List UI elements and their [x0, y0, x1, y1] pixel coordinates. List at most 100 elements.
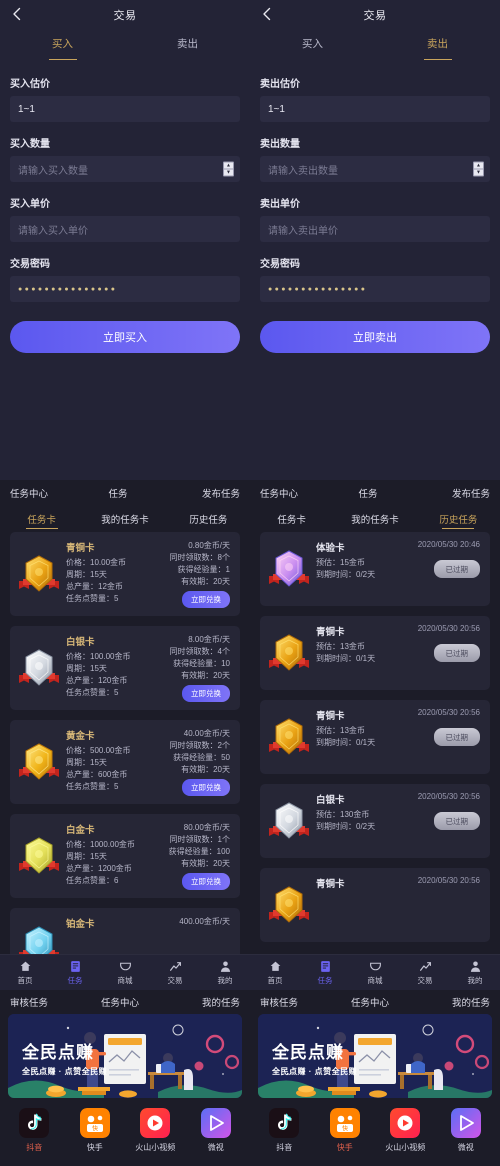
app-tab-火山小视频[interactable]: 火山小视频 — [125, 1108, 186, 1153]
app-tab-快手[interactable]: 快快手 — [315, 1108, 376, 1153]
task-header-link-2[interactable]: 发布任务 — [202, 486, 240, 500]
field-input-value[interactable]: 1~1 — [10, 96, 240, 122]
trade-tab-sell[interactable]: 卖出 — [375, 34, 500, 62]
expired-status-button[interactable]: 已过期 — [433, 728, 480, 746]
trade-submit-button[interactable]: 立即买入 — [10, 321, 240, 353]
expired-status-button[interactable]: 已过期 — [433, 812, 480, 830]
task-header-link-1[interactable]: 任务 — [358, 486, 377, 500]
task-card[interactable]: 青铜卡 价格：10.00金币 周期：15天 总产量：12金币 任务点赞量：5 0.80金币… — [10, 532, 240, 616]
weishi-icon — [450, 1108, 481, 1138]
trade-tab-buy[interactable]: 买入 — [250, 34, 375, 62]
card-title: 黄金卡 — [66, 731, 95, 742]
shop-bag-icon — [369, 960, 382, 973]
app-label: 微视 — [457, 1143, 474, 1152]
nav-item-我的[interactable]: 我的 — [450, 955, 500, 990]
exchange-button[interactable]: 立即兑换 — [182, 873, 230, 890]
nav-item-任务[interactable]: 任务 — [50, 955, 100, 990]
back-icon[interactable] — [260, 7, 274, 21]
bronze-shield-icon — [268, 630, 310, 676]
back-icon[interactable] — [10, 7, 24, 21]
task-tab-2[interactable]: 历史任务 — [167, 506, 250, 532]
task-card[interactable]: 青铜卡 预估：13金币 到期时间：0/1天 2020/05/30 20:56 已过期 — [260, 616, 490, 690]
task-tab-0[interactable]: 任务卡 — [250, 506, 333, 532]
task-card-list[interactable]: 青铜卡 价格：10.00金币 周期：15天 总产量：12金币 任务点赞量：5 0.80金币… — [0, 532, 250, 980]
app-tab-火山小视频[interactable]: 火山小视频 — [375, 1108, 436, 1153]
field-input-number[interactable]: 请输入卖出数量 ▲ ▼ — [260, 156, 490, 182]
task-card[interactable]: 黄金卡 价格：500.00金币 周期：15天 总产量：600金币 任务点赞量：5 40.0… — [10, 720, 240, 804]
task-tab-1[interactable]: 我的任务卡 — [333, 506, 416, 532]
task-header-link-2[interactable]: 发布任务 — [452, 486, 490, 500]
nav-item-首页[interactable]: 首页 — [250, 955, 300, 990]
field-input-value[interactable]: 1~1 — [260, 96, 490, 122]
task-top-header: 任务中心 任务 发布任务 — [250, 480, 500, 506]
task-card[interactable]: 青铜卡 预估：13金币 到期时间：0/1天 2020/05/30 20:56 已过期 — [260, 700, 490, 774]
exchange-button[interactable]: 立即兑换 — [182, 591, 230, 608]
task-top-header: 任务中心 任务 发布任务 — [0, 480, 250, 506]
trade-tab-label: 买入 — [52, 38, 73, 50]
task-card[interactable]: 体验卡 预估：15金币 到期时间：0/2天 2020/05/30 20:46 已过期 — [260, 532, 490, 606]
promo-banner[interactable]: 全民点赚 全民点赚 · 点赞全民赚 — [258, 1014, 492, 1098]
nav-item-商城[interactable]: 商城 — [100, 955, 150, 990]
video-header-link-0[interactable]: 审核任务 — [260, 995, 298, 1009]
silver-shield-icon — [18, 645, 60, 691]
task-header-link-1[interactable]: 任务 — [108, 486, 127, 500]
video-pane-kuaishou: 审核任务 任务中心 我的任务全民点赚 全民点赚 · 点赞全民赚抖音快快手 火山小视频微视 — [250, 990, 500, 1166]
task-card[interactable]: 白金卡 价格：1000.00金币 周期：15天 总产量：1200金币 任务点赞量：6 80… — [10, 814, 240, 898]
home-icon — [269, 960, 282, 973]
task-card[interactable]: 白银卡 预估：130金币 到期时间：0/2天 2020/05/30 20:56 已过期 — [260, 784, 490, 858]
expired-status-button[interactable]: 已过期 — [433, 644, 480, 662]
nav-item-我的[interactable]: 我的 — [200, 955, 250, 990]
task-tab-0[interactable]: 任务卡 — [0, 506, 83, 532]
exchange-button[interactable]: 立即兑换 — [182, 685, 230, 702]
field-input-number[interactable]: 请输入买入数量 ▲ ▼ — [10, 156, 240, 182]
field-input-password[interactable]: ●●●●●●●●●●●●●●● — [10, 276, 240, 302]
trade-submit-button[interactable]: 立即卖出 — [260, 321, 490, 353]
video-header-link-1[interactable]: 任务中心 — [101, 995, 139, 1009]
field-input-text[interactable]: 请输入买入单价 — [10, 216, 240, 242]
video-header-link-2[interactable]: 我的任务 — [202, 995, 240, 1009]
number-stepper[interactable]: ▲ ▼ — [223, 161, 234, 177]
task-tab-1[interactable]: 我的任务卡 — [83, 506, 166, 532]
field-label: 卖出数量 — [260, 139, 300, 150]
app-tab-微视[interactable]: 微视 — [436, 1108, 497, 1153]
field-label: 交易密码 — [10, 259, 50, 270]
promo-banner[interactable]: 全民点赚 全民点赚 · 点赞全民赚 — [8, 1014, 242, 1098]
nav-item-任务[interactable]: 任务 — [300, 955, 350, 990]
stepper-down-icon[interactable]: ▼ — [224, 170, 233, 176]
nav-item-商城[interactable]: 商城 — [350, 955, 400, 990]
field-input-text[interactable]: 请输入卖出单价 — [260, 216, 490, 242]
task-header-link-0[interactable]: 任务中心 — [10, 486, 48, 500]
stepper-up-icon[interactable]: ▲ — [224, 163, 233, 170]
kuaishou-icon: 快 — [79, 1108, 110, 1138]
app-tab-抖音[interactable]: 抖音 — [254, 1108, 315, 1153]
field-group: 买入单价 请输入买入单价 — [0, 195, 250, 242]
trade-tab-sell[interactable]: 卖出 — [125, 34, 250, 62]
bottom-navigation: 首页 任务 商城 交易 我的 — [0, 954, 250, 990]
task-header-link-0[interactable]: 任务中心 — [260, 486, 298, 500]
task-tab-2[interactable]: 历史任务 — [417, 506, 500, 532]
video-header-link-2[interactable]: 我的任务 — [452, 995, 490, 1009]
app-tab-快手[interactable]: 快快手 — [65, 1108, 126, 1153]
exchange-button[interactable]: 立即兑换 — [182, 779, 230, 796]
number-stepper[interactable]: ▲ ▼ — [473, 161, 484, 177]
app-tab-微视[interactable]: 微视 — [186, 1108, 247, 1153]
app-tab-抖音[interactable]: 抖音 — [4, 1108, 65, 1153]
trade-tab-buy[interactable]: 买入 — [0, 34, 125, 62]
card-detail-line: 价格：100.00金币 — [66, 652, 131, 661]
stepper-up-icon[interactable]: ▲ — [474, 163, 483, 170]
douyin-icon — [269, 1108, 300, 1138]
video-header-link-0[interactable]: 审核任务 — [10, 995, 48, 1009]
expired-status-button[interactable]: 已过期 — [433, 560, 480, 578]
field-input-password[interactable]: ●●●●●●●●●●●●●●● — [260, 276, 490, 302]
card-detail-line: 预估：130金币 — [316, 810, 370, 819]
task-card[interactable]: 白银卡 价格：100.00金币 周期：15天 总产量：120金币 任务点赞量：5 8.00… — [10, 626, 240, 710]
nav-item-首页[interactable]: 首页 — [0, 955, 50, 990]
card-detail-line: 周期：15天 — [66, 758, 107, 767]
task-card[interactable]: 青铜卡 2020/05/30 20:56 — [260, 868, 490, 942]
nav-item-交易[interactable]: 交易 — [150, 955, 200, 990]
video-header-link-1[interactable]: 任务中心 — [351, 995, 389, 1009]
nav-item-交易[interactable]: 交易 — [400, 955, 450, 990]
bronze-shield-icon — [18, 551, 60, 597]
task-card-list[interactable]: 体验卡 预估：15金币 到期时间：0/2天 2020/05/30 20:46 已过期 青铜… — [250, 532, 500, 980]
stepper-down-icon[interactable]: ▼ — [474, 170, 483, 176]
